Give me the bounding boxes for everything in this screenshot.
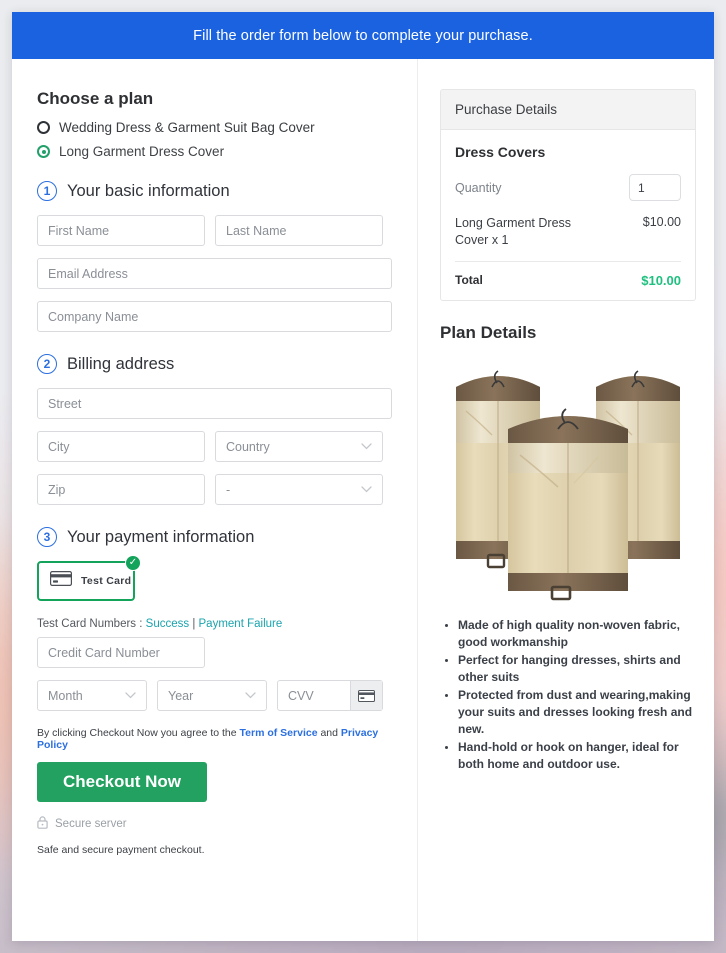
country-select[interactable]: Country <box>215 431 383 462</box>
name-field-row: First Name Last Name <box>37 215 392 246</box>
summary-column: Purchase Details Dress Covers Quantity L… <box>417 59 714 941</box>
checkout-card: Fill the order form below to complete yo… <box>12 12 714 941</box>
payment-method-label: Test Card <box>81 575 132 587</box>
terms-agreement-text: By clicking Checkout Now you agree to th… <box>37 727 392 751</box>
step-header-basic-information: 1 Your basic information <box>37 181 392 201</box>
quantity-input[interactable] <box>629 174 681 201</box>
list-item: Protected from dust and wearing,making y… <box>458 687 696 738</box>
radio-icon-unselected[interactable] <box>37 121 50 134</box>
terms-and: and <box>317 727 341 739</box>
test-card-numbers-line: Test Card Numbers : Success | Payment Fa… <box>37 618 392 630</box>
payment-footnote: Safe and secure payment checkout. <box>37 844 205 856</box>
plan-option-label: Wedding Dress & Garment Suit Bag Cover <box>59 120 315 135</box>
plan-option-label: Long Garment Dress Cover <box>59 144 225 159</box>
chevron-down-icon <box>361 443 372 450</box>
expiry-year-value: Year <box>168 688 194 703</box>
chevron-down-icon <box>245 692 256 699</box>
line-item-description: Long Garment Dress Cover x 1 <box>455 216 572 247</box>
company-name-input[interactable]: Company Name <box>37 301 392 332</box>
quantity-label: Quantity <box>455 180 502 195</box>
secure-server-row: Secure server <box>37 816 392 832</box>
state-select-value: - <box>226 482 231 497</box>
test-card-prefix: Test Card Numbers : <box>37 618 146 630</box>
cvv-field-group[interactable]: CVV <box>277 680 383 711</box>
email-field-row: Email Address <box>37 258 392 289</box>
choose-plan-heading: Choose a plan <box>37 89 154 108</box>
step-number-badge: 2 <box>37 354 57 374</box>
cvv-input[interactable]: CVV <box>278 681 350 710</box>
step-header-payment-information: 3 Your payment information <box>37 527 392 547</box>
radio-icon-selected[interactable] <box>37 145 50 158</box>
lock-icon <box>37 816 48 832</box>
order-form-column: Choose a plan Wedding Dress & Garment Su… <box>12 59 417 941</box>
company-field-row: Company Name <box>37 301 392 332</box>
step-title: Billing address <box>67 354 175 373</box>
list-item: Perfect for hanging dresses, shirts and … <box>458 652 696 686</box>
expiry-month-select[interactable]: Month <box>37 680 147 711</box>
city-input[interactable]: City <box>37 431 205 462</box>
test-card-failure-link[interactable]: Payment Failure <box>199 618 283 630</box>
plan-features-list: Made of high quality non-woven fabric, g… <box>440 617 696 773</box>
product-image <box>440 351 696 601</box>
list-item: Made of high quality non-woven fabric, g… <box>458 617 696 651</box>
list-item: Hand-hold or hook on hanger, ideal for b… <box>458 739 696 773</box>
term-of-service-link[interactable]: Term of Service <box>240 727 318 739</box>
total-row: Total $10.00 <box>455 262 681 288</box>
city-country-row: City Country <box>37 431 392 462</box>
zip-input[interactable]: Zip <box>37 474 205 505</box>
checkout-now-button[interactable]: Checkout Now <box>37 762 207 802</box>
line-item-row: Long Garment Dress Cover x 1 $10.00 <box>455 215 681 262</box>
purchase-details-header: Purchase Details <box>441 90 695 130</box>
test-card-success-link[interactable]: Success <box>146 618 189 630</box>
check-circle-icon: ✓ <box>125 555 141 571</box>
credit-card-number-input[interactable]: Credit Card Number <box>37 637 205 668</box>
quantity-row: Quantity <box>455 174 681 201</box>
top-banner: Fill the order form below to complete yo… <box>12 12 714 59</box>
step-title: Your payment information <box>67 527 255 546</box>
street-input[interactable]: Street <box>37 388 392 419</box>
secure-server-label: Secure server <box>55 818 127 830</box>
expiry-month-value: Month <box>48 688 83 703</box>
plan-option-wedding-dress[interactable]: Wedding Dress & Garment Suit Bag Cover <box>37 120 392 135</box>
test-card-separator: | <box>189 618 199 630</box>
email-input[interactable]: Email Address <box>37 258 392 289</box>
card-number-row: Credit Card Number <box>37 637 392 668</box>
purchase-details-panel: Purchase Details Dress Covers Quantity L… <box>440 89 696 301</box>
plan-details-title: Plan Details <box>440 322 537 342</box>
payment-method-test-card[interactable]: Test Card ✓ <box>37 555 141 601</box>
total-amount: $10.00 <box>641 272 681 288</box>
product-name: Dress Covers <box>455 144 546 160</box>
zip-state-row: Zip - <box>37 474 392 505</box>
banner-text: Fill the order form below to complete yo… <box>193 27 533 44</box>
step-header-billing-address: 2 Billing address <box>37 354 392 374</box>
expiry-cvv-row: Month Year CVV <box>37 680 392 711</box>
step-title: Your basic information <box>67 181 230 200</box>
line-item-amount: $10.00 <box>642 215 681 229</box>
step-number-badge: 3 <box>37 527 57 547</box>
expiry-year-select[interactable]: Year <box>157 680 267 711</box>
total-label: Total <box>455 272 483 287</box>
first-name-input[interactable]: First Name <box>37 215 205 246</box>
chevron-down-icon <box>125 692 136 699</box>
purchase-details-body: Dress Covers Quantity Long Garment Dress… <box>441 130 695 300</box>
last-name-input[interactable]: Last Name <box>215 215 383 246</box>
plan-option-long-garment[interactable]: Long Garment Dress Cover <box>37 144 392 159</box>
credit-card-icon <box>50 571 72 591</box>
cvv-card-icon <box>350 681 382 710</box>
street-field-row: Street <box>37 388 392 419</box>
checkout-columns: Choose a plan Wedding Dress & Garment Su… <box>12 59 714 941</box>
step-number-badge: 1 <box>37 181 57 201</box>
state-select[interactable]: - <box>215 474 383 505</box>
terms-prefix: By clicking Checkout Now you agree to th… <box>37 727 240 739</box>
chevron-down-icon <box>361 486 372 493</box>
country-select-value: Country <box>226 439 270 454</box>
